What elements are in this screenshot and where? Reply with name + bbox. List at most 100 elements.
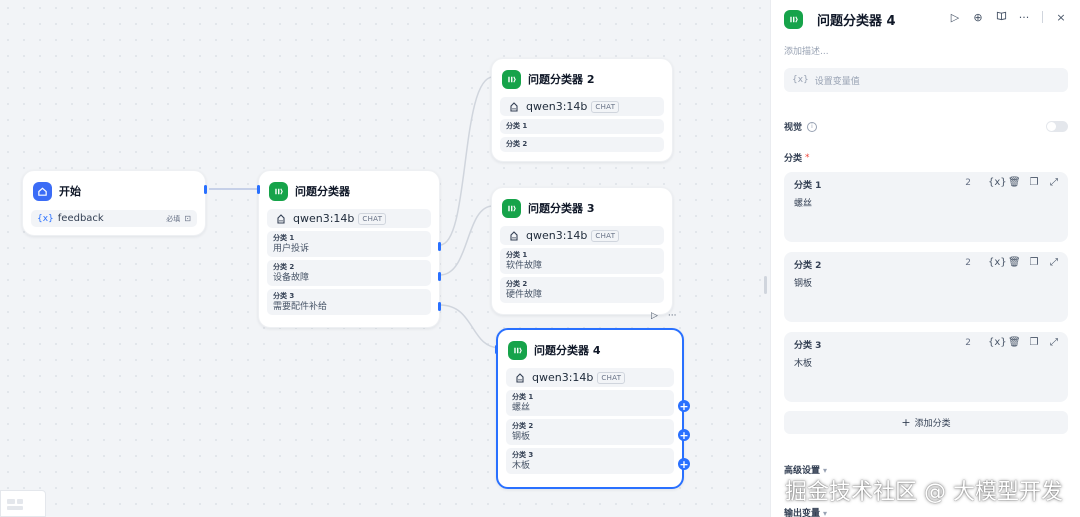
model-name: qwen3:14b [526, 100, 588, 113]
class-card-tools: {x} 🗑 ❐ ⤢ [988, 177, 1060, 188]
vision-toggle[interactable] [1046, 121, 1068, 132]
info-icon[interactable]: i [807, 121, 818, 132]
classifier-4-input-port[interactable] [495, 345, 498, 354]
class-text: 硬件故障 [506, 290, 543, 300]
class-card[interactable]: 分类 2 2 {x} 🗑 ❐ ⤢ 钢板 [784, 252, 1068, 322]
class-card-tools: {x} 🗑 ❐ ⤢ [988, 257, 1060, 268]
add-class-button[interactable]: + 添加分类 [784, 411, 1068, 434]
classifier-4-header: 问题分类器 4 [498, 339, 682, 361]
add-next-node-button[interactable]: + [678, 429, 690, 441]
home-icon [33, 181, 52, 201]
class-card-text[interactable]: 木板 [794, 356, 1058, 369]
workflow-canvas[interactable]: 开始 {x} feedback 必填 ⊡ 问题分类器 qwen3:14b CHA… [0, 0, 770, 517]
description-input[interactable]: 添加描述... [784, 44, 829, 57]
class-text: 设备故障 [273, 273, 310, 283]
minimap[interactable] [0, 490, 46, 517]
robot-icon [516, 372, 524, 383]
classifier-icon [784, 9, 803, 29]
class-item[interactable]: 分类 2 钢板 [506, 419, 674, 445]
class-count: 2 [965, 338, 971, 348]
class-card-text[interactable]: 螺丝 [794, 196, 1058, 209]
start-output-port[interactable] [204, 185, 207, 194]
classifier-3-model[interactable]: qwen3:14b CHAT [500, 226, 664, 245]
class-item[interactable]: 分类 2 硬件故障 [500, 277, 664, 303]
class-label: 分类 2 [506, 280, 528, 288]
classifier-node-3[interactable]: 问题分类器 3 qwen3:14b CHAT 分类 1 软件故障 分类 2 硬件… [491, 187, 673, 315]
edge-class3-to-classifier4[interactable] [439, 304, 501, 349]
output-variables-header[interactable]: 输出变量 ▾ [784, 506, 827, 517]
classifier-node-4[interactable]: 问题分类器 4 qwen3:14b CHAT 分类 1 螺丝 分类 2 钢板 分… [495, 328, 690, 489]
robot-icon [510, 230, 518, 241]
class-card[interactable]: 分类 1 2 {x} 🗑 ❐ ⤢ 螺丝 [784, 172, 1068, 242]
class-count: 2 [965, 258, 971, 268]
model-name: qwen3:14b [526, 229, 588, 242]
class-item[interactable]: 分类 1 用户投诉 [267, 231, 431, 257]
chevron-down-icon: ▾ [823, 509, 828, 517]
delete-icon[interactable]: 🗑 [1008, 257, 1021, 268]
copy-icon[interactable]: ❐ [1028, 257, 1040, 268]
copy-icon[interactable]: ❐ [1028, 337, 1040, 348]
classifier-3-title: 问题分类器 3 [528, 202, 595, 215]
class-card[interactable]: 分类 3 2 {x} 🗑 ❐ ⤢ 木板 [784, 332, 1068, 402]
classifier-2-header: 问题分类器 2 [492, 68, 672, 90]
class-label: 分类 1 [506, 122, 528, 130]
add-next-node-button[interactable]: + [678, 400, 690, 412]
required-mark: * [805, 152, 810, 163]
classifier-1-model[interactable]: qwen3:14b CHAT [267, 209, 431, 228]
class-text: 钢板 [512, 432, 531, 442]
insert-variable-icon[interactable]: {x} [988, 337, 1007, 348]
class-item[interactable]: 分类 1 软件故障 [500, 248, 664, 274]
panel-title[interactable]: 问题分类器 4 [817, 10, 896, 29]
classifier-icon [502, 69, 521, 89]
text-type-icon: ⊡ [184, 214, 191, 223]
run-step-icon[interactable]: ▷ [948, 11, 962, 24]
classifier-node-2[interactable]: 问题分类器 2 qwen3:14b CHAT 分类 1 分类 2 [491, 58, 673, 162]
expand-icon[interactable]: ⤢ [1048, 257, 1060, 268]
robot-icon [510, 101, 518, 112]
locate-icon[interactable]: ⊕ [971, 11, 985, 24]
edge-class1-to-classifier2[interactable] [439, 76, 494, 246]
class-item[interactable]: 分类 3 木板 [506, 448, 674, 474]
close-icon[interactable]: × [1054, 11, 1068, 24]
expand-icon[interactable]: ⤢ [1048, 337, 1060, 348]
required-tag: 必填 [166, 214, 181, 223]
class-text: 需要配件补给 [273, 302, 328, 312]
classifier-2-title: 问题分类器 2 [528, 73, 595, 86]
delete-icon[interactable]: 🗑 [1008, 337, 1021, 348]
class-item[interactable]: 分类 1 [500, 119, 664, 134]
delete-icon[interactable]: 🗑 [1008, 177, 1021, 188]
expand-icon[interactable]: ⤢ [1048, 177, 1060, 188]
model-name: qwen3:14b [532, 371, 594, 384]
class-card-text[interactable]: 钢板 [794, 276, 1058, 289]
classifier-node-1[interactable]: 问题分类器 qwen3:14b CHAT 分类 1 用户投诉 分类 2 设备故障… [257, 170, 441, 328]
class-card-tools: {x} 🗑 ❐ ⤢ [988, 337, 1060, 348]
class-item[interactable]: 分类 2 [500, 137, 664, 152]
insert-variable-icon[interactable]: {x} [988, 177, 1007, 188]
watermark: 掘金技术社区 @ 大模型开发 [785, 480, 1063, 505]
class-label: 分类 3 [273, 292, 295, 300]
class-item[interactable]: 分类 3 需要配件补给 [267, 289, 431, 315]
insert-variable-icon[interactable]: {x} [988, 257, 1007, 268]
class-3-output-port[interactable] [438, 302, 441, 311]
panel-resize-handle[interactable] [764, 276, 767, 294]
set-variable-input[interactable]: {x} 设置变量值 [784, 68, 1068, 92]
classifier-1-input-port[interactable] [257, 185, 260, 194]
copy-icon[interactable]: ❐ [1028, 177, 1040, 188]
class-text: 木板 [512, 461, 531, 471]
class-item[interactable]: 分类 1 螺丝 [506, 390, 674, 416]
classifier-2-model[interactable]: qwen3:14b CHAT [500, 97, 664, 116]
start-node[interactable]: 开始 {x} feedback 必填 ⊡ [22, 170, 207, 236]
more-options-icon[interactable]: ··· [668, 311, 677, 321]
run-node-icon[interactable]: ▷ [651, 311, 658, 321]
class-2-output-port[interactable] [438, 272, 441, 281]
vision-row: 视觉 i [784, 120, 1068, 133]
more-options-icon[interactable]: ··· [1017, 11, 1031, 24]
add-next-node-button[interactable]: + [678, 458, 690, 470]
edge-class2-to-classifier3[interactable] [439, 205, 494, 276]
start-variable-row[interactable]: {x} feedback 必填 ⊡ [31, 210, 197, 227]
class-1-output-port[interactable] [438, 242, 441, 251]
docs-book-icon[interactable] [994, 10, 1008, 24]
classifier-4-model[interactable]: qwen3:14b CHAT [506, 368, 674, 387]
class-text: 软件故障 [506, 261, 543, 271]
class-item[interactable]: 分类 2 设备故障 [267, 260, 431, 286]
